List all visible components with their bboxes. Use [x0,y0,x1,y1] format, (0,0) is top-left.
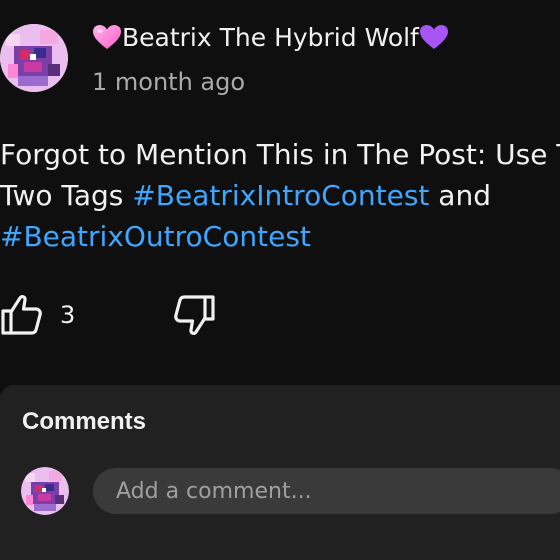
thumbs-up-icon [1,295,42,335]
post-body-text: and [429,179,491,212]
avatar-image [21,467,69,515]
post-body-line-3: #BeatrixOutroContest [0,216,560,257]
community-post-page: Beatrix The Hybrid Wolf 1 month ago Forg… [0,0,560,560]
comments-title: Comments [22,408,147,435]
pink-heart-icon [92,24,122,50]
post-body-line-2: Two Tags #BeatrixIntroContest and [0,175,560,216]
like-count: 3 [60,301,76,329]
thumbs-down-icon [174,295,215,335]
purple-heart-icon [419,24,449,50]
dislike-button[interactable] [172,292,218,340]
hashtag-link-intro[interactable]: #BeatrixIntroContest [132,179,429,212]
author-name[interactable]: Beatrix The Hybrid Wolf [92,22,449,54]
author-name-text: Beatrix The Hybrid Wolf [122,23,419,52]
avatar-image [0,24,68,92]
post-header: Beatrix The Hybrid Wolf 1 month ago [0,22,560,102]
current-user-avatar [21,467,69,515]
post-body-line-1: Forgot to Mention This in The Post: Use … [0,138,560,171]
author-avatar[interactable] [0,24,68,92]
like-button[interactable] [0,290,44,338]
hashtag-link-outro[interactable]: #BeatrixOutroContest [0,220,311,253]
post-body: Forgot to Mention This in The Post: Use … [0,134,560,257]
comments-panel[interactable]: Comments [0,385,560,560]
post-actions: 3 [0,290,560,340]
post-timestamp: 1 month ago [92,68,246,96]
post-body-text: Two Tags [0,179,133,212]
comment-input[interactable] [93,468,560,514]
